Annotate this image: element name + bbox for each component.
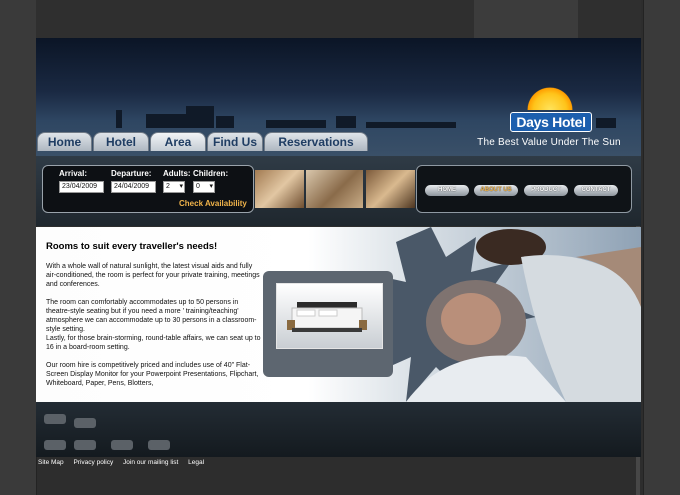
main-nav: Home Hotel Area Find Us Reservations xyxy=(36,130,376,152)
footer-link-site-map[interactable]: Site Map xyxy=(38,459,64,466)
paragraph-1: With a whole wall of natural sunlight, t… xyxy=(46,263,260,288)
logo-wordmark: Days Hotel xyxy=(510,112,592,132)
toolbar: Arrival: 23/04/2009 Departure: 24/04/200… xyxy=(36,156,641,226)
footer-button[interactable] xyxy=(74,418,96,428)
children-label: Children: xyxy=(193,169,229,178)
adults-select[interactable]: 2 xyxy=(163,181,185,193)
tab-area[interactable]: Area xyxy=(150,132,206,151)
tagline: The Best Value Under The Sun xyxy=(477,137,621,148)
content-heading: Rooms to suit every traveller's needs! xyxy=(46,241,218,252)
days-hotel-logo[interactable]: Days Hotel The Best Value Under The Sun xyxy=(474,84,624,154)
arrival-label: Arrival: xyxy=(59,169,88,178)
footer-button[interactable] xyxy=(111,440,133,450)
arrival-input[interactable]: 23/04/2009 xyxy=(59,181,104,193)
right-frame xyxy=(643,0,680,495)
footer-button[interactable] xyxy=(44,414,66,424)
menu-product[interactable]: PRODUCT xyxy=(524,185,568,196)
footer-button[interactable] xyxy=(148,440,170,450)
footer-band xyxy=(36,402,641,457)
tab-find-us[interactable]: Find Us xyxy=(207,132,263,151)
paragraph-3: Lastly, for those brain-storming, round-… xyxy=(46,335,261,351)
tab-reservations[interactable]: Reservations xyxy=(264,132,368,151)
footer-button[interactable] xyxy=(44,440,66,450)
menu-contact[interactable]: CONTACT xyxy=(574,185,618,196)
photo-thumb-1 xyxy=(255,170,304,208)
header-banner: Home Hotel Area Find Us Reservations Day… xyxy=(36,38,641,156)
booking-widget: Arrival: 23/04/2009 Departure: 24/04/200… xyxy=(42,165,254,213)
room-photo-panel xyxy=(263,271,393,377)
bed-photo xyxy=(276,283,383,349)
footer-button[interactable] xyxy=(74,440,96,450)
main-content: Rooms to suit every traveller's needs! W… xyxy=(36,227,641,402)
secondary-menu: HOME ABOUT US PRODUCT CONTACT xyxy=(416,165,632,213)
footer-link-legal[interactable]: Legal xyxy=(188,459,204,466)
left-frame xyxy=(0,0,37,495)
menu-about-us[interactable]: ABOUT US xyxy=(474,185,518,196)
sun-icon xyxy=(524,84,576,110)
tab-home[interactable]: Home xyxy=(37,132,92,151)
check-availability-button[interactable]: Check Availability xyxy=(179,199,247,208)
paragraph-4: Our room hire is competitively priced an… xyxy=(46,362,259,387)
menu-home[interactable]: HOME xyxy=(425,185,469,196)
departure-label: Departure: xyxy=(111,169,152,178)
photo-thumb-3 xyxy=(366,170,415,208)
footer-link-mailing-list[interactable]: Join our mailing list xyxy=(123,459,178,466)
adults-label: Adults: xyxy=(163,169,191,178)
photo-thumb-2 xyxy=(306,170,363,208)
children-select[interactable]: 0 xyxy=(193,181,215,193)
tab-hotel[interactable]: Hotel xyxy=(93,132,149,151)
footer-link-privacy[interactable]: Privacy policy xyxy=(73,459,113,466)
paragraph-2: The room can comfortably accommodates up… xyxy=(46,299,257,333)
departure-input[interactable]: 24/04/2009 xyxy=(111,181,156,193)
footer-links: Site Map Privacy policy Join our mailing… xyxy=(38,459,212,466)
